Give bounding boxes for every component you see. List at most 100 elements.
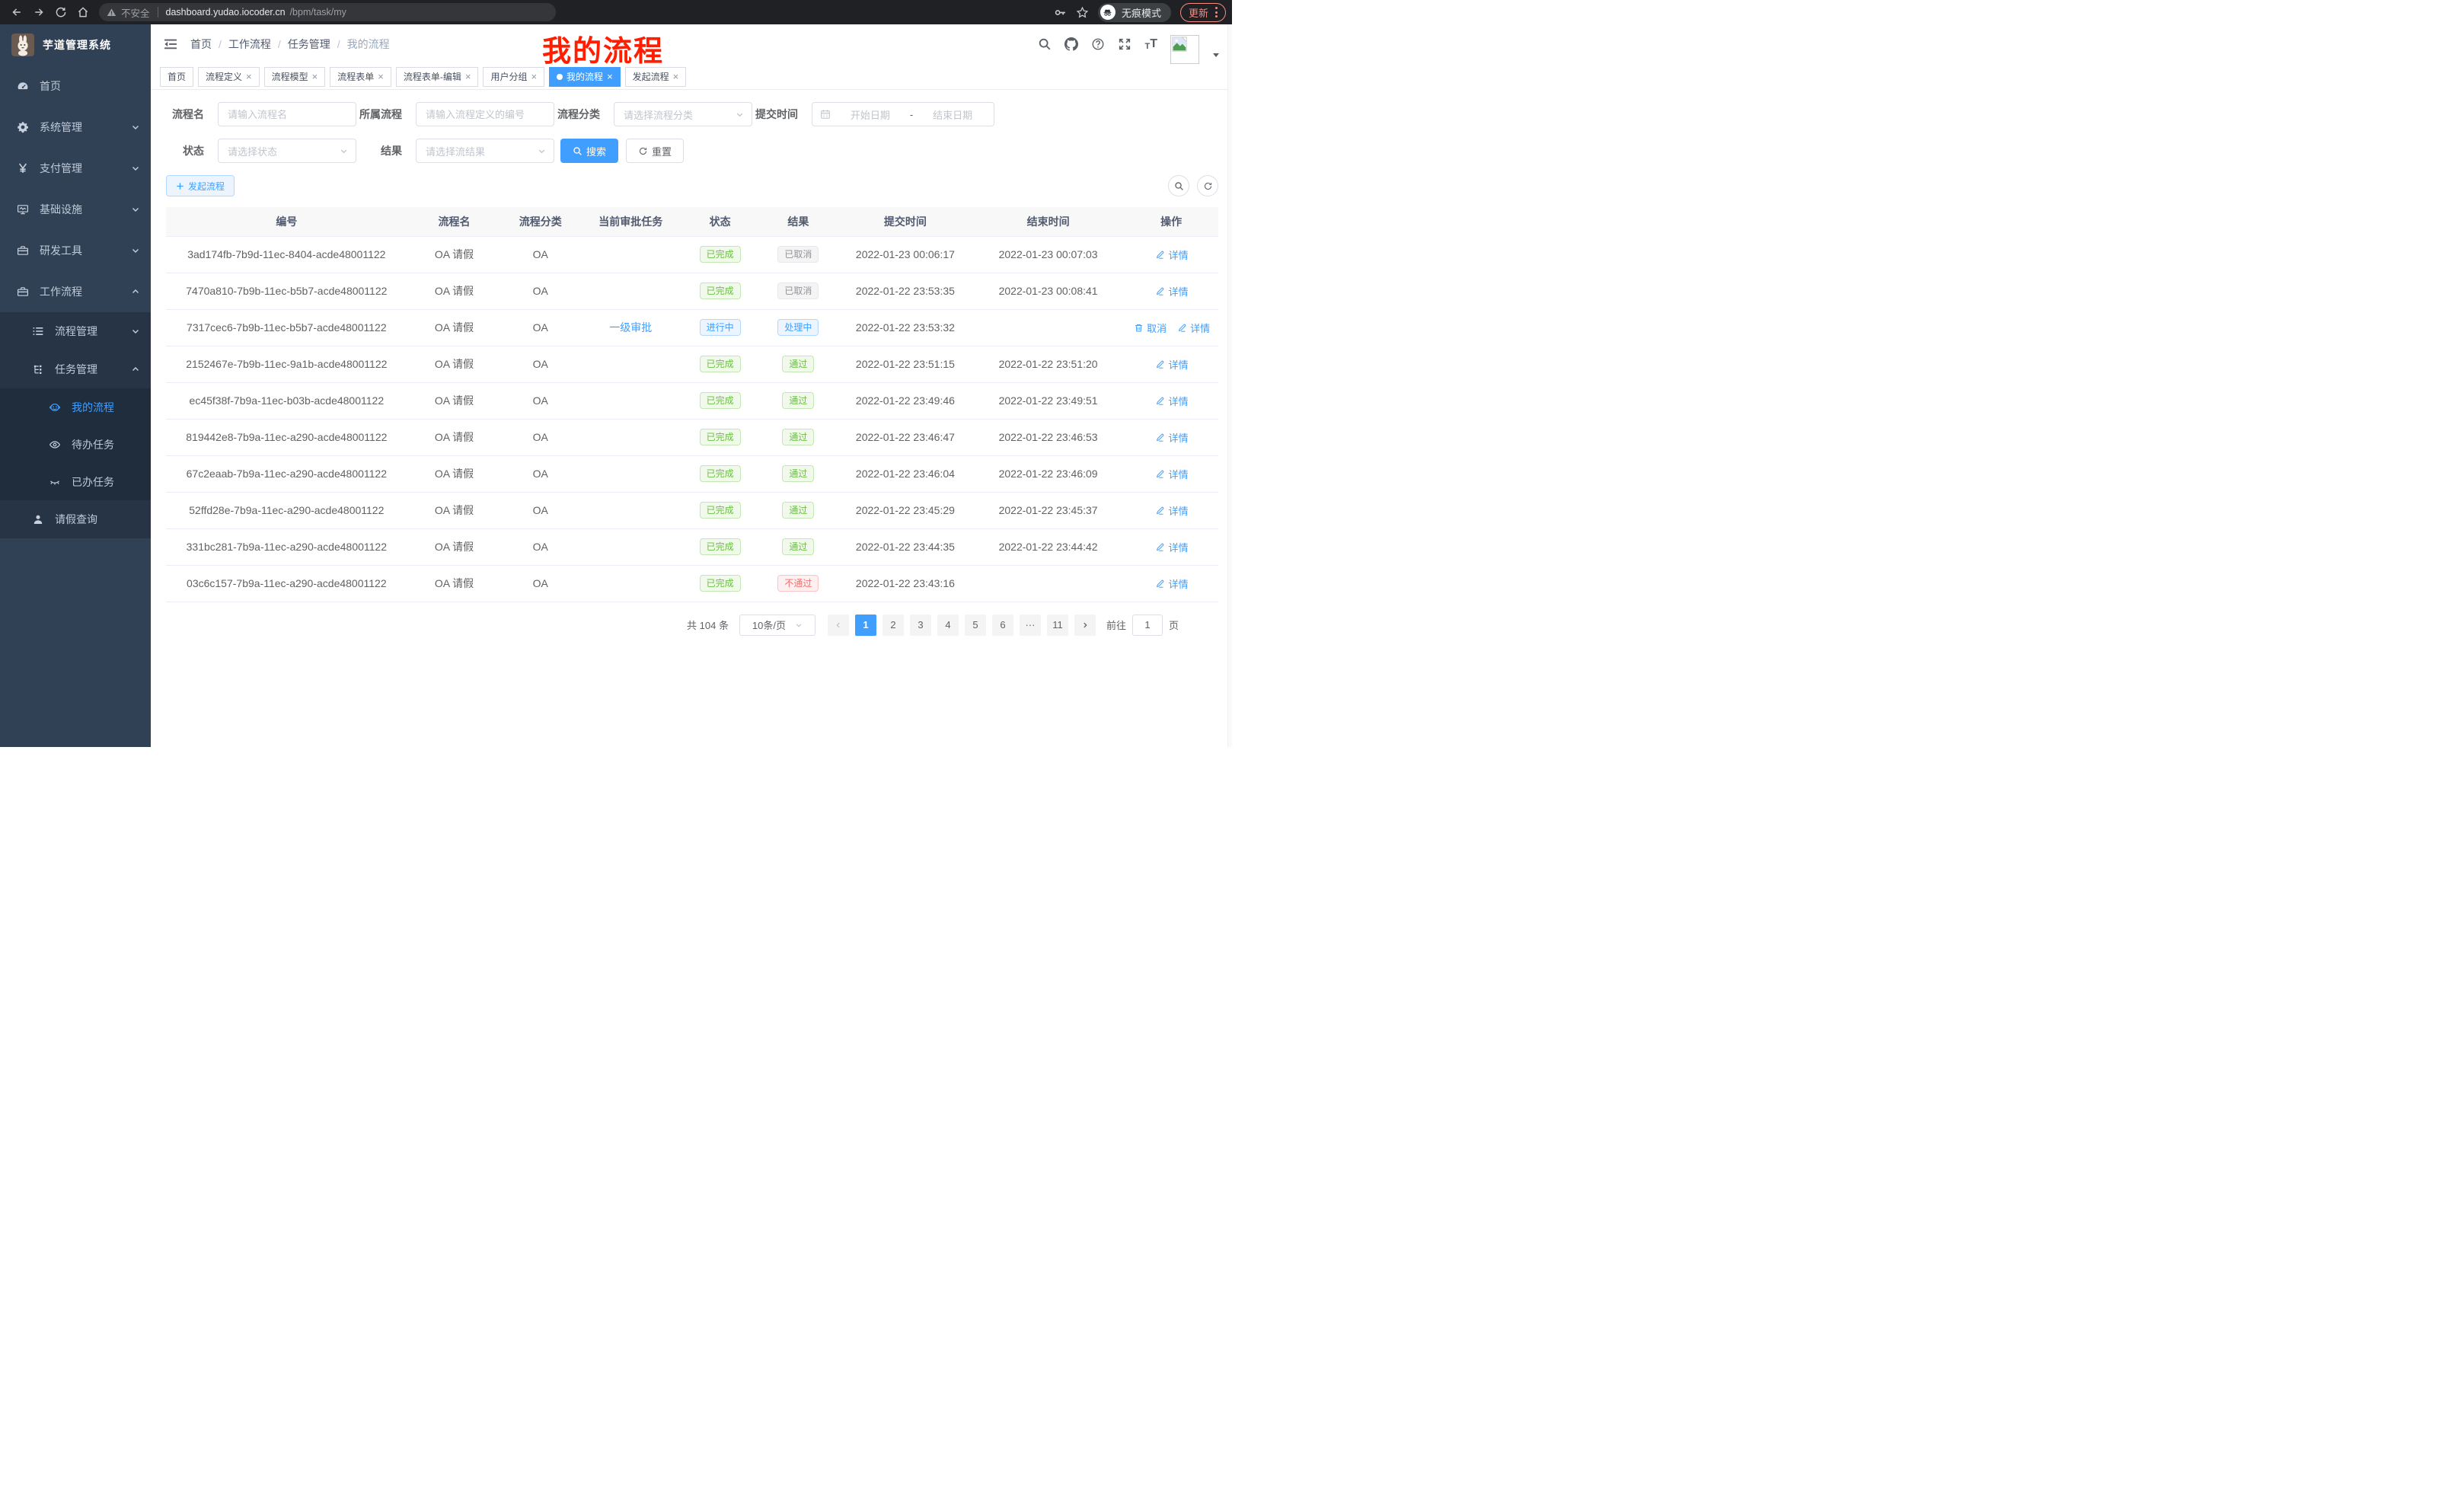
page-button-11[interactable]: 11 [1047,615,1068,636]
status-select[interactable]: 请选择状态 [218,139,356,163]
table-refresh-button[interactable] [1197,175,1218,196]
table-search-button[interactable] [1168,175,1189,196]
url-host: dashboard.yudao.iocoder.cn [166,7,286,18]
reload-icon[interactable] [50,2,71,23]
tab-process-form-edit[interactable]: 流程表单-编辑× [396,67,479,87]
sidebar-toggle-icon[interactable] [163,37,178,52]
sidebar-item-payment-management[interactable]: 支付管理 [0,148,151,189]
tab-my-process[interactable]: 我的流程× [549,67,621,87]
action-label: 详情 [1169,540,1189,554]
goto-page-input[interactable] [1132,615,1163,636]
search-button[interactable]: 搜索 [560,139,618,163]
app-title: 芋道管理系统 [43,37,111,53]
tab-close-icon[interactable]: × [531,72,537,81]
detail-link[interactable]: 详情 [1154,576,1189,591]
sidebar-item-task-management[interactable]: 任务管理 [0,350,151,388]
sidebar-item-workflow[interactable]: 工作流程 [0,271,151,312]
tab-close-icon[interactable]: × [312,72,318,81]
page-scrollbar[interactable] [1227,24,1232,747]
tab-close-icon[interactable]: × [378,72,384,81]
page-button-2[interactable]: 2 [883,615,904,636]
avatar[interactable] [1170,35,1199,64]
page-button-1[interactable]: 1 [855,615,876,636]
bookmark-star-icon[interactable] [1076,6,1089,19]
filter-label: 提交时间 [752,107,798,122]
page-button-4[interactable]: 4 [937,615,959,636]
breadcrumb-item[interactable]: 首页 [190,37,212,52]
page-button-3[interactable]: 3 [910,615,931,636]
home-icon[interactable] [72,2,93,23]
tab-close-icon[interactable]: × [465,72,471,81]
next-page-button[interactable] [1074,615,1096,636]
sidebar-item-system-management[interactable]: 系统管理 [0,107,151,148]
back-icon[interactable] [6,2,27,23]
table-row: ec45f38f-7b9a-11ec-b03b-acde48001122OA 请… [166,382,1218,419]
page-ellipsis[interactable]: ··· [1020,615,1041,636]
detail-link[interactable]: 详情 [1154,357,1189,372]
tab-bar: 首页流程定义×流程模型×流程表单×流程表单-编辑×用户分组×我的流程×发起流程× [151,64,1232,90]
page-button-5[interactable]: 5 [965,615,986,636]
tab-close-icon[interactable]: × [673,72,679,81]
toolbox-icon [17,244,29,257]
detail-link[interactable]: 详情 [1154,540,1189,554]
tab-start-process[interactable]: 发起流程× [625,67,687,87]
sidebar-item-home[interactable]: 首页 [0,65,151,107]
detail-link[interactable]: 详情 [1154,503,1189,518]
tab-process-model[interactable]: 流程模型× [264,67,326,87]
update-button[interactable]: 更新 [1180,3,1226,22]
address-bar[interactable]: 不安全 dashboard.yudao.iocoder.cn/bpm/task/… [99,3,556,21]
avatar-caret-icon[interactable] [1212,51,1220,59]
parent-process-input[interactable] [416,102,554,126]
forward-icon[interactable] [28,2,49,23]
cell-category: OA [501,273,579,309]
search-icon[interactable] [1038,37,1052,51]
tab-close-icon[interactable]: × [246,72,252,81]
table-body: 3ad174fb-7b9d-11ec-8404-acde48001122OA 请… [166,236,1218,602]
detail-link[interactable]: 详情 [1154,247,1189,262]
sidebar-item-leave-query[interactable]: 请假查询 [0,500,151,538]
detail-link[interactable]: 详情 [1176,321,1210,335]
sidebar-item-infrastructure[interactable]: 基础设施 [0,189,151,230]
browser-menu-icon[interactable] [1215,7,1218,18]
sidebar-item-todo-tasks[interactable]: 待办任务 [0,426,151,463]
tab-process-form[interactable]: 流程表单× [330,67,391,87]
fullscreen-icon[interactable] [1118,37,1131,51]
key-icon[interactable] [1054,6,1067,19]
detail-link[interactable]: 详情 [1154,284,1189,298]
tab-process-definition[interactable]: 流程定义× [198,67,260,87]
sidebar-item-dev-tools[interactable]: 研发工具 [0,230,151,271]
breadcrumb-item[interactable]: 工作流程 [228,37,271,52]
tab-home[interactable]: 首页 [160,67,193,87]
detail-link[interactable]: 详情 [1154,467,1189,481]
submit-time-daterange[interactable]: 开始日期-结束日期 [812,102,994,126]
sidebar-item-done-tasks[interactable]: 已办任务 [0,463,151,500]
page-button-6[interactable]: 6 [992,615,1013,636]
action-label: 取消 [1147,321,1167,335]
font-size-icon[interactable]: TT [1144,37,1157,51]
select-placeholder: 请选择流结果 [426,144,485,158]
reset-button[interactable]: 重置 [626,139,684,163]
detail-link[interactable]: 详情 [1154,430,1189,445]
sidebar-item-label: 研发工具 [40,243,82,258]
sidebar-item-process-management[interactable]: 流程管理 [0,312,151,350]
current-task-link[interactable]: 一级审批 [609,321,652,334]
cancel-link[interactable]: 取消 [1132,321,1167,335]
sidebar-item-my-process[interactable]: 我的流程 [0,388,151,426]
help-icon[interactable] [1091,37,1105,51]
process-category-select[interactable]: 请选择流程分类 [614,102,752,126]
detail-link[interactable]: 详情 [1154,394,1189,408]
page-size-select[interactable]: 10条/页 [739,615,815,636]
filter-group-status: 状态请选择状态 [166,139,356,163]
sidebar-item-label: 系统管理 [40,120,82,135]
start-process-button[interactable]: 发起流程 [166,175,235,196]
url-path: /bpm/task/my [290,7,346,18]
breadcrumb-item[interactable]: 任务管理 [288,37,330,52]
app-logo[interactable]: 芋道管理系统 [0,24,151,65]
result-select[interactable]: 请选择流结果 [416,139,554,163]
tab-close-icon[interactable]: × [607,72,613,81]
process-name-input[interactable] [218,102,356,126]
github-icon[interactable] [1064,37,1078,51]
cell-current-task [579,528,681,565]
result-badge: 通过 [782,465,814,482]
tab-user-group[interactable]: 用户分组× [483,67,544,87]
